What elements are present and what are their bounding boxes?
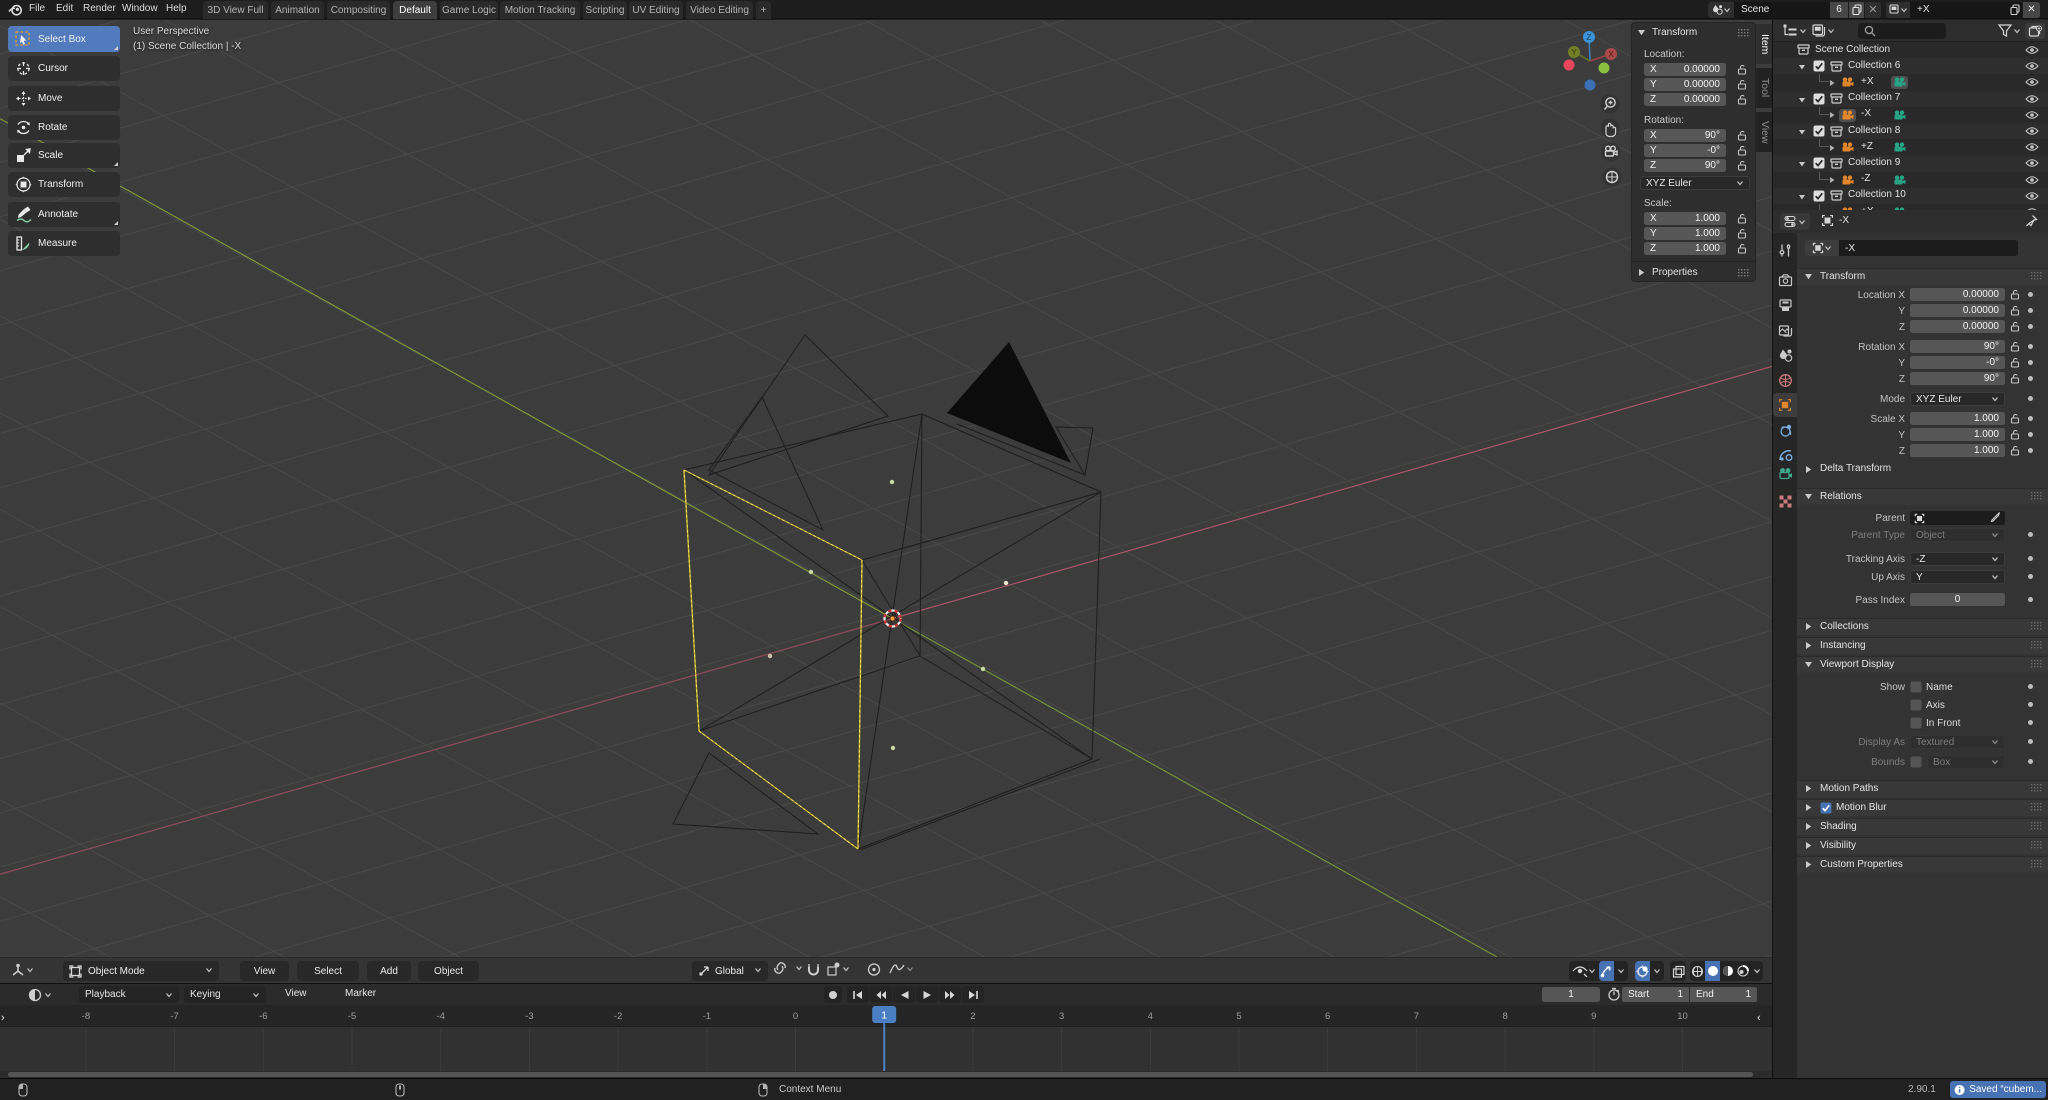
svg-text:1: 1 xyxy=(881,1010,887,1022)
svg-text:3: 3 xyxy=(1059,1011,1064,1022)
svg-text:Y: Y xyxy=(1571,48,1577,57)
svg-text:-2: -2 xyxy=(614,1011,622,1022)
svg-text:7: 7 xyxy=(1414,1011,1419,1022)
svg-text:-5: -5 xyxy=(348,1011,356,1022)
svg-text:-1: -1 xyxy=(703,1011,711,1022)
svg-text:2: 2 xyxy=(970,1011,975,1022)
svg-text:0: 0 xyxy=(793,1011,798,1022)
svg-text:-6: -6 xyxy=(259,1011,267,1022)
svg-text:5: 5 xyxy=(1236,1011,1241,1022)
svg-text:-4: -4 xyxy=(436,1011,444,1022)
svg-text:4: 4 xyxy=(1148,1011,1153,1022)
svg-text:10: 10 xyxy=(1677,1011,1688,1022)
svg-text:6: 6 xyxy=(1325,1011,1330,1022)
svg-text:8: 8 xyxy=(1502,1011,1507,1022)
svg-text:-3: -3 xyxy=(525,1011,533,1022)
svg-text:-7: -7 xyxy=(170,1011,178,1022)
svg-text:Z: Z xyxy=(1587,33,1592,42)
svg-text:9: 9 xyxy=(1591,1011,1596,1022)
svg-text:X: X xyxy=(1608,50,1614,59)
svg-text:-8: -8 xyxy=(82,1011,90,1022)
